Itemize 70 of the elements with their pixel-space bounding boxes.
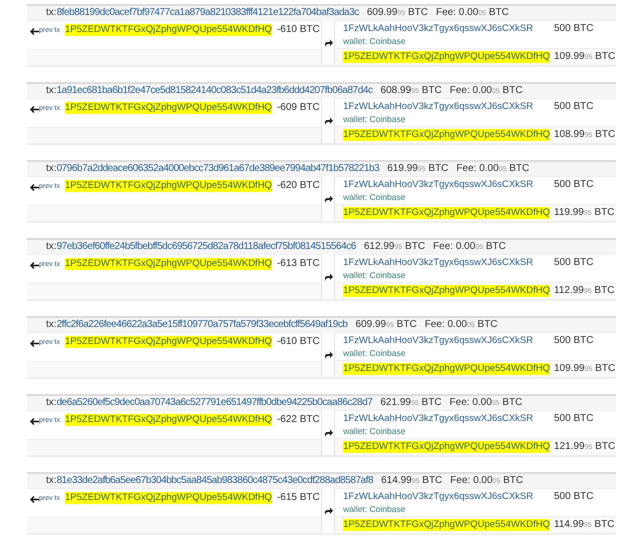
tx-hash-link[interactable]: 2ffc2f6a226fee46622a3a5e15ff109770a757fa579f33ecebfcff5649af19cb xyxy=(56,319,348,331)
tx-label: tx: xyxy=(46,475,57,487)
amount: 500 BTC xyxy=(554,257,594,268)
amount: -610 BTC xyxy=(276,336,320,347)
amount: 500 BTC xyxy=(554,179,594,190)
amount: 500 BTC xyxy=(554,23,594,34)
wallet-label: wallet: Coinbase xyxy=(343,504,406,515)
amount: 500 BTC xyxy=(554,413,594,424)
tx-hash-link[interactable]: 0796b7a2ddeace606352a4000ebcc73d961a67de389ee7994ab47f1b578221b3 xyxy=(56,163,380,175)
tx-label: tx: xyxy=(46,7,57,19)
tx-label: tx: xyxy=(46,85,57,97)
forward-arrow-icon xyxy=(324,116,333,124)
address-link[interactable]: 1P5ZEDWTKTFGxQjZphgWPQUpe554WKDfHQ xyxy=(343,363,550,375)
address-link[interactable]: 1P5ZEDWTKTFGxQjZphgWPQUpe554WKDfHQ xyxy=(65,258,272,270)
tx-hash-link[interactable]: 81e33de2afb6a5ee67b304bbc5aa845ab983860c4875c43e0cdf288ad8587af8 xyxy=(56,475,374,487)
address-link[interactable]: 1P5ZEDWTKTFGxQjZphgWPQUpe554WKDfHQ xyxy=(343,285,550,297)
wallet-label: wallet: Coinbase xyxy=(343,114,406,125)
address-link[interactable]: 1P5ZEDWTKTFGxQjZphgWPQUpe554WKDfHQ xyxy=(343,441,550,453)
left-arrow-icon xyxy=(30,262,39,268)
address-link[interactable]: 1FzWLkAahHooV3kzTgyx6qsswXJ6sCXkSR xyxy=(343,257,534,269)
forward-arrow-icon xyxy=(324,350,333,358)
tx-label: tx: xyxy=(46,163,57,175)
address-link[interactable]: 1P5ZEDWTKTFGxQjZphgWPQUpe554WKDfHQ xyxy=(65,24,272,36)
amount: -620 BTC xyxy=(276,180,320,191)
tx-hash-link[interactable]: 1a91ec681ba6b1f2e47ce5d815824140c083c51d4a23fb6ddd4207fb06a87d4c xyxy=(56,85,373,97)
address-link[interactable]: 1P5ZEDWTKTFGxQjZphgWPQUpe554WKDfHQ xyxy=(65,180,272,192)
forward-arrow-icon xyxy=(324,428,333,436)
address-link[interactable]: 1P5ZEDWTKTFGxQjZphgWPQUpe554WKDfHQ xyxy=(343,519,550,531)
address-link[interactable]: 1FzWLkAahHooV3kzTgyx6qsswXJ6sCXkSR xyxy=(343,101,534,113)
forward-arrow-icon xyxy=(324,506,333,514)
amount: -610 BTC xyxy=(276,24,320,35)
amount: -613 BTC xyxy=(276,258,320,269)
address-link[interactable]: 1P5ZEDWTKTFGxQjZphgWPQUpe554WKDfHQ xyxy=(65,102,272,114)
address-link[interactable]: 1P5ZEDWTKTFGxQjZphgWPQUpe554WKDfHQ xyxy=(343,51,550,63)
wallet-label: wallet: Coinbase xyxy=(343,192,406,203)
address-link[interactable]: 1FzWLkAahHooV3kzTgyx6qsswXJ6sCXkSR xyxy=(343,413,534,425)
tx-label: tx: xyxy=(46,241,57,253)
wallet-label: wallet: Coinbase xyxy=(343,270,406,281)
address-link[interactable]: 1P5ZEDWTKTFGxQjZphgWPQUpe554WKDfHQ xyxy=(343,129,550,141)
address-link[interactable]: 1P5ZEDWTKTFGxQjZphgWPQUpe554WKDfHQ xyxy=(65,336,272,348)
tx-hash-link[interactable]: 97eb36ef60ffe24b5fbebff5dc6956725d82a78d118afecf75bf0814515564c6 xyxy=(56,241,356,253)
left-arrow-icon xyxy=(30,418,39,424)
address-link[interactable]: 1P5ZEDWTKTFGxQjZphgWPQUpe554WKDfHQ xyxy=(65,414,272,426)
amount: -622 BTC xyxy=(276,414,320,425)
address-link[interactable]: 1P5ZEDWTKTFGxQjZphgWPQUpe554WKDfHQ xyxy=(65,492,272,504)
left-arrow-icon xyxy=(30,340,39,346)
address-link[interactable]: 1FzWLkAahHooV3kzTgyx6qsswXJ6sCXkSR xyxy=(343,335,534,347)
left-arrow-icon xyxy=(30,28,39,34)
wallet-label: wallet: Coinbase xyxy=(343,36,406,47)
left-arrow-icon xyxy=(30,184,39,190)
tx-label: tx: xyxy=(46,319,57,331)
left-arrow-icon xyxy=(30,106,39,112)
amount: 500 BTC xyxy=(554,491,594,502)
amount: 500 BTC xyxy=(554,101,594,112)
address-link[interactable]: 1FzWLkAahHooV3kzTgyx6qsswXJ6sCXkSR xyxy=(343,179,534,191)
address-link[interactable]: 1FzWLkAahHooV3kzTgyx6qsswXJ6sCXkSR xyxy=(343,23,534,35)
amount: -615 BTC xyxy=(276,492,320,503)
address-link[interactable]: 1P5ZEDWTKTFGxQjZphgWPQUpe554WKDfHQ xyxy=(343,207,550,219)
tx-hash-link[interactable]: de6a5260ef5c9dec0aa70743a6c527791e651497ffb0dbe94225b0caa86c28d7 xyxy=(56,397,372,409)
amount: -609 BTC xyxy=(276,102,320,113)
amount: 500 BTC xyxy=(554,335,594,346)
forward-arrow-icon xyxy=(324,272,333,280)
wallet-label: wallet: Coinbase xyxy=(343,348,406,359)
tx-hash-link[interactable]: 8feb88199dc0acef7bf97477ca1a879a8210383fff4121e122fa704baf3ada3c xyxy=(56,7,359,19)
tx-label: tx: xyxy=(46,397,57,409)
address-link[interactable]: 1FzWLkAahHooV3kzTgyx6qsswXJ6sCXkSR xyxy=(343,491,534,503)
forward-arrow-icon xyxy=(324,194,333,202)
wallet-label: wallet: Coinbase xyxy=(343,426,406,437)
left-arrow-icon xyxy=(30,496,39,502)
forward-arrow-icon xyxy=(324,38,333,46)
